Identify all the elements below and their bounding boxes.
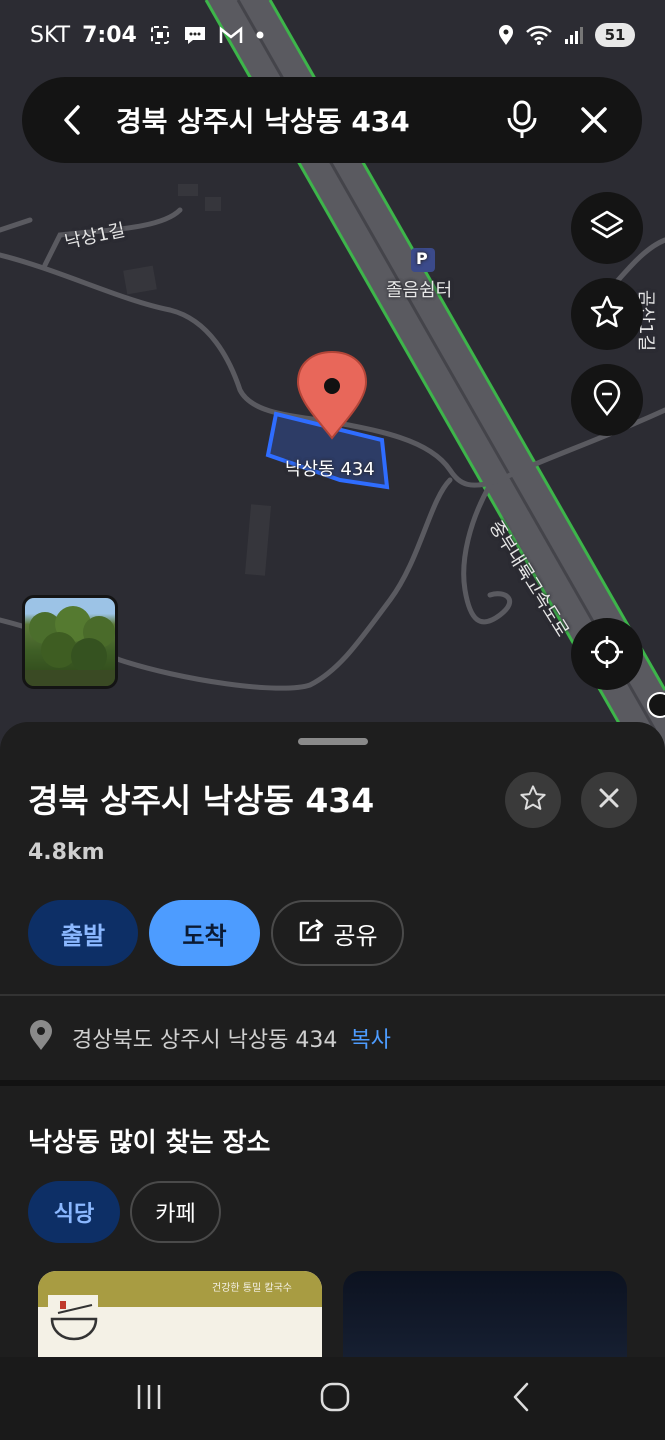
system-nav-bar xyxy=(0,1357,665,1440)
back-arrow-icon[interactable] xyxy=(52,100,92,140)
map-buildings xyxy=(123,184,272,576)
clear-search-icon[interactable] xyxy=(570,96,618,144)
system-back-button[interactable] xyxy=(499,1377,543,1421)
location-status-icon xyxy=(497,24,515,46)
sheet-drag-handle[interactable] xyxy=(298,738,368,745)
clock: 7:04 xyxy=(82,22,137,48)
layers-icon xyxy=(589,209,625,247)
chip-cafe[interactable]: 카페 xyxy=(130,1181,221,1243)
close-icon xyxy=(597,786,621,814)
carrier-label: SKT xyxy=(30,22,71,48)
address-text: 경상북도 상주시 낙상동 434 xyxy=(72,1028,338,1053)
star-icon xyxy=(589,294,625,334)
search-bar[interactable]: 경북 상주시 낙상동 434 xyxy=(22,77,642,163)
place-title: 경북 상주시 낙상동 434 xyxy=(28,781,375,820)
map-edge-marker-icon xyxy=(647,692,665,718)
depart-button[interactable]: 출발 xyxy=(28,900,138,966)
share-button[interactable]: 공유 xyxy=(271,900,404,966)
save-place-button[interactable] xyxy=(505,772,561,828)
saved-location-button[interactable] xyxy=(571,364,643,436)
divider xyxy=(0,994,665,996)
poi-rest-area-label[interactable]: 졸음쉼터 xyxy=(386,276,452,302)
battery-indicator: 51 xyxy=(595,23,635,47)
notification-dot-icon xyxy=(255,30,265,40)
share-icon xyxy=(297,917,325,949)
place-photo-thumbnail[interactable] xyxy=(22,595,118,689)
status-bar: SKT 7:04 51 xyxy=(0,0,665,70)
arrive-button[interactable]: 도착 xyxy=(149,900,260,966)
place-card[interactable]: 건강한 통밀 칼국수 xyxy=(38,1271,322,1362)
recent-apps-button[interactable] xyxy=(127,1377,171,1421)
screenshot-icon xyxy=(149,24,171,46)
message-icon xyxy=(183,24,207,46)
card-tagline: 건강한 통밀 칼국수 xyxy=(212,1283,292,1294)
place-bottom-sheet[interactable]: 경북 상주시 낙상동 434 4.8km 출발 도착 공유 경상북도 상주시 낙… xyxy=(0,722,665,1362)
crosshair-icon xyxy=(589,634,625,674)
noodle-bowl-icon xyxy=(46,1293,102,1349)
address-row: 경상북도 상주시 낙상동 434 복사 xyxy=(28,1018,391,1058)
pin-label: 낙상동 434 xyxy=(285,459,375,480)
parking-symbol-label: P xyxy=(416,249,428,268)
gmail-icon xyxy=(219,25,243,45)
star-outline-icon xyxy=(519,784,547,816)
location-pin-outline-icon xyxy=(592,379,622,420)
search-query[interactable]: 경북 상주시 낙상동 434 xyxy=(116,100,474,140)
my-location-button[interactable] xyxy=(571,618,643,690)
copy-address-link[interactable]: 복사 xyxy=(350,1028,390,1053)
distance-label: 4.8km xyxy=(28,840,105,865)
system-back-icon xyxy=(509,1381,533,1417)
place-card[interactable] xyxy=(343,1271,627,1362)
microphone-icon[interactable] xyxy=(498,96,546,144)
home-icon xyxy=(319,1381,351,1417)
popular-places-title: 낙상동 많이 찾는 장소 xyxy=(28,1128,271,1158)
section-divider xyxy=(0,1080,665,1086)
share-label: 공유 xyxy=(333,921,378,950)
home-button[interactable] xyxy=(313,1377,357,1421)
chip-restaurant[interactable]: 식당 xyxy=(28,1181,120,1243)
layers-button[interactable] xyxy=(571,192,643,264)
wifi-icon xyxy=(525,24,553,46)
signal-icon xyxy=(563,25,585,45)
close-sheet-button[interactable] xyxy=(581,772,637,828)
address-pin-icon xyxy=(28,1019,54,1057)
favorites-map-button[interactable] xyxy=(571,278,643,350)
recent-apps-icon xyxy=(134,1383,164,1415)
